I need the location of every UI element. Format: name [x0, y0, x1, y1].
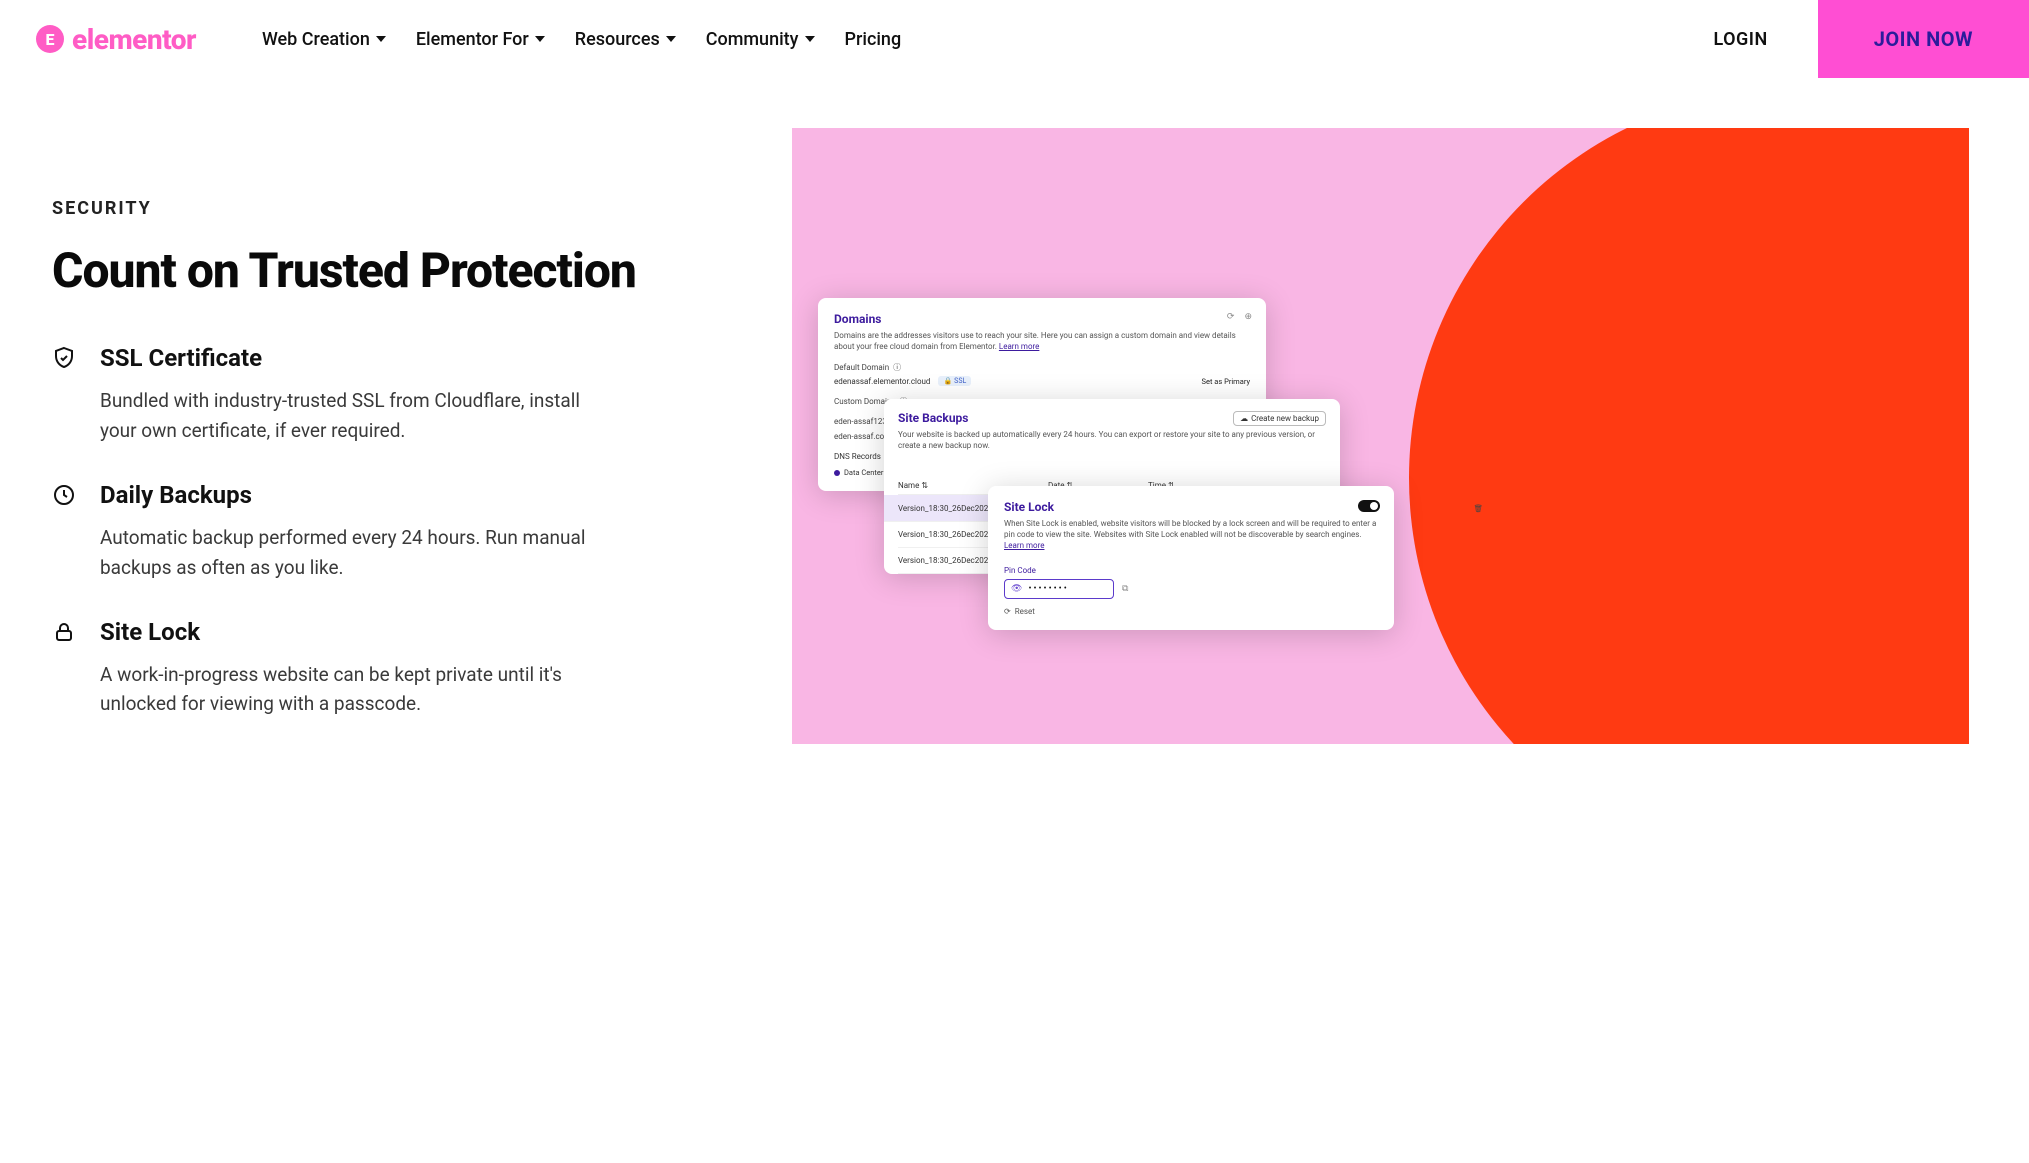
pin-code-label: Pin Code [1004, 566, 1378, 575]
feature-title: SSL Certificate [100, 344, 620, 372]
set-primary-link[interactable]: Set as Primary [1202, 377, 1250, 386]
panel-desc: When Site Lock is enabled, website visit… [1004, 518, 1378, 552]
join-now-button[interactable]: JOIN NOW [1818, 0, 2029, 78]
eye-off-icon[interactable]: 👁 [1011, 584, 1022, 594]
lock-icon: 🔒 [943, 377, 952, 385]
chevron-down-icon [666, 36, 676, 42]
nav-pricing[interactable]: Pricing [845, 29, 902, 50]
cloud-icon: ☁ [1240, 414, 1248, 423]
site-lock-panel: Site Lock When Site Lock is enabled, web… [988, 486, 1394, 630]
feature-body: SSL Certificate Bundled with industry-tr… [100, 344, 620, 445]
refresh-icon: ⟳ [1004, 607, 1011, 616]
login-link[interactable]: LOGIN [1713, 29, 1767, 50]
nav-elementor-for[interactable]: Elementor For [416, 29, 545, 50]
feature-body: Daily Backups Automatic backup performed… [100, 481, 620, 582]
pin-code-input[interactable]: 👁 •••••••• [1004, 579, 1114, 599]
add-icon[interactable]: ⊕ [1244, 312, 1252, 322]
text-column: SECURITY Count on Trusted Protection SSL… [52, 128, 732, 755]
brand-logo[interactable]: E elementor [36, 23, 196, 56]
panel-desc: Your website is backed up automatically … [898, 429, 1326, 451]
panel-title: Domains [834, 312, 1250, 326]
pin-mask: •••••••• [1028, 584, 1068, 594]
label-text: DNS Records [834, 452, 881, 461]
pin-row: 👁 •••••••• ⧉ [1004, 579, 1378, 599]
nav-label: Resources [575, 29, 660, 50]
default-domain-row: edenassaf.elementor.cloud 🔒SSL Set as Pr… [834, 376, 1250, 386]
reset-link[interactable]: ⟳ Reset [1004, 607, 1378, 616]
delete-icon[interactable]: 🗑 [1474, 504, 1514, 513]
feature-sitelock: Site Lock A work-in-progress website can… [52, 618, 732, 719]
panel-toolbar: ⟳ ⊕ [1227, 312, 1252, 322]
feature-title: Site Lock [100, 618, 620, 646]
lock-icon [52, 620, 78, 646]
ssl-badge: 🔒SSL [938, 376, 971, 386]
default-domain-value: edenassaf.elementor.cloud [834, 377, 930, 386]
nav-label: Community [706, 29, 799, 50]
chevron-down-icon [376, 36, 386, 42]
site-lock-toggle[interactable] [1358, 500, 1380, 512]
nav-web-creation[interactable]: Web Creation [262, 29, 386, 50]
brand-name: elementor [72, 23, 196, 56]
feature-backups: Daily Backups Automatic backup performed… [52, 481, 732, 582]
toggle-knob [1370, 502, 1378, 510]
header-right: LOGIN JOIN NOW [1713, 0, 2029, 78]
status-dot-icon [834, 470, 840, 476]
label-text: Default Domain [834, 363, 889, 372]
feature-title: Daily Backups [100, 481, 620, 509]
clock-icon [52, 483, 78, 509]
refresh-icon[interactable]: ⟳ [1227, 312, 1235, 322]
section-eyebrow: SECURITY [52, 198, 732, 219]
logo-mark-icon: E [36, 25, 64, 53]
copy-icon[interactable]: ⧉ [1122, 584, 1128, 594]
panel-desc: Domains are the addresses visitors use t… [834, 330, 1250, 352]
feature-desc: Automatic backup performed every 24 hour… [100, 523, 620, 582]
panel-title: Site Lock [1004, 500, 1378, 514]
section-headline: Count on Trusted Protection [52, 243, 732, 298]
nav-label: Web Creation [262, 29, 370, 50]
default-domain-label: Default Domain ⓘ [834, 362, 1250, 373]
button-label: Create new backup [1251, 414, 1319, 423]
nav-community[interactable]: Community [706, 29, 815, 50]
learn-more-link[interactable]: Learn more [999, 342, 1039, 351]
reset-label: Reset [1015, 607, 1035, 616]
chevron-down-icon [805, 36, 815, 42]
site-header: E elementor Web Creation Elementor For R… [0, 0, 2029, 78]
nav-label: Elementor For [416, 29, 529, 50]
shield-icon [52, 346, 78, 372]
illustration-area: ⟳ ⊕ Domains Domains are the addresses vi… [792, 128, 1969, 744]
feature-body: Site Lock A work-in-progress website can… [100, 618, 620, 719]
decorative-circle [1409, 128, 1969, 744]
nav-resources[interactable]: Resources [575, 29, 676, 50]
main-content: SECURITY Count on Trusted Protection SSL… [0, 78, 2029, 805]
feature-ssl: SSL Certificate Bundled with industry-tr… [52, 344, 732, 445]
info-icon: ⓘ [893, 362, 901, 373]
chevron-down-icon [535, 36, 545, 42]
col-label: Name [898, 481, 919, 490]
learn-more-link[interactable]: Learn more [1004, 541, 1044, 550]
feature-desc: Bundled with industry-trusted SSL from C… [100, 386, 620, 445]
nav-label: Pricing [845, 29, 902, 50]
primary-nav: Web Creation Elementor For Resources Com… [262, 29, 901, 50]
panel-desc-text: When Site Lock is enabled, website visit… [1004, 519, 1376, 539]
create-backup-button[interactable]: ☁Create new backup [1233, 411, 1326, 426]
ssl-text: SSL [954, 377, 966, 385]
feature-desc: A work-in-progress website can be kept p… [100, 660, 620, 719]
